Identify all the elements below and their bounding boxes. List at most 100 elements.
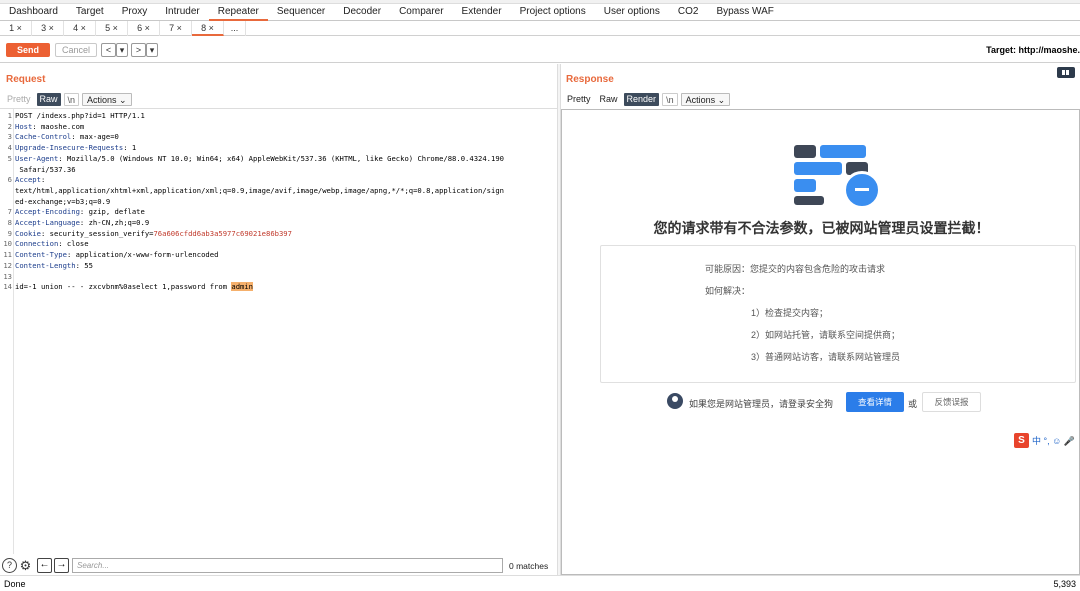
request-line[interactable]: 6 Accept: [0, 175, 557, 186]
request-line[interactable]: 10 Connection: close [0, 239, 557, 250]
repeater-toolbar: Send Cancel < ▾ > ▾ Target: http://maosh… [0, 37, 1080, 63]
admin-avatar-icon [667, 393, 683, 409]
line-text: : [40, 175, 46, 185]
status-text: Done [4, 579, 26, 589]
block-info-box: 可能原因：您提交的内容包含危险的攻击请求 如何解决： 1）检查提交内容； 2）如… [600, 245, 1076, 383]
header-name: Content-Length [15, 260, 76, 270]
main-tab-project-options[interactable]: Project options [511, 4, 595, 21]
main-tab-decoder[interactable]: Decoder [334, 4, 390, 21]
request-line[interactable]: 2 Host: maoshe.com [0, 122, 557, 133]
sogou-ime-icon[interactable]: S [1014, 432, 1029, 448]
cancel-button[interactable]: Cancel [55, 43, 97, 57]
request-pretty-tab[interactable]: Pretty [4, 93, 34, 106]
send-button[interactable]: Send [6, 43, 50, 57]
request-line[interactable]: 5 User-Agent: Mozilla/5.0 (Windows NT 10.… [0, 154, 557, 165]
header-name: Cookie [15, 228, 41, 238]
possible-reason-text: 可能原因：您提交的内容包含危险的攻击请求 [705, 264, 886, 274]
or-text: 或 [908, 399, 918, 409]
search-prev-button[interactable]: ← [37, 558, 52, 573]
main-tab-dashboard[interactable]: Dashboard [0, 4, 67, 21]
request-line[interactable]: 12 Content-Length: 55 [0, 261, 557, 272]
more-tabs-button[interactable]: ... [224, 21, 246, 36]
main-tab-intruder[interactable]: Intruder [156, 4, 208, 21]
line-text: : 55 [75, 260, 93, 270]
response-render-tab[interactable]: Render [623, 92, 660, 106]
highlighted-text: admin [231, 282, 254, 292]
repeater-tab[interactable]: 8 × [192, 21, 224, 36]
target-label[interactable]: Target: http://maoshe. [986, 45, 1080, 55]
search-input[interactable]: Search... [72, 558, 503, 573]
request-line[interactable]: 4 Upgrade-Insecure-Requests: 1 [0, 143, 557, 154]
report-false-positive-button[interactable]: 反馈误报 [922, 392, 981, 412]
request-line[interactable]: ed-exchange;v=b3;q=0.9 [0, 197, 557, 208]
main-tab-repeater[interactable]: Repeater [208, 4, 268, 21]
header-name: Accept [15, 175, 41, 185]
repeater-tab[interactable]: 1 × [0, 21, 32, 36]
request-line[interactable]: Safari/537.36 [0, 165, 557, 176]
main-tab-proxy[interactable]: Proxy [113, 4, 157, 21]
request-line[interactable]: 14 id=-1 union -- - zxcvbnm%0aselect 1,pa… [0, 282, 557, 293]
header-name: Cache-Control [15, 132, 72, 142]
line-text: Safari/537.36 [15, 164, 76, 174]
main-tab-bar: Dashboard Target Proxy Intruder Repeater Sequ… [0, 4, 1080, 21]
request-raw-tab[interactable]: Raw [36, 92, 61, 106]
line-text: : zh-CN,zh;q=0.9 [79, 218, 150, 227]
layout-toggle-icon[interactable] [1057, 67, 1075, 78]
header-name: Host [15, 121, 33, 131]
admin-login-text: 如果您是网站管理员，请登录安全狗 [689, 399, 834, 409]
header-name: User-Agent [15, 153, 59, 163]
forward-dropdown-button[interactable]: ▾ [146, 43, 158, 57]
response-view-modes: Pretty Raw Render \n Actions ⌄ [564, 92, 733, 106]
line-text: : max-age=0 [71, 132, 119, 142]
main-tab-co2[interactable]: CO2 [669, 4, 708, 21]
main-tab-extender[interactable]: Extender [453, 4, 511, 21]
request-line[interactable]: 9 Cookie: security_session_verify=76a606c… [0, 229, 557, 240]
ime-toolbar[interactable]: S 中 °, ☺ 🎤 [1014, 432, 1075, 448]
line-text: POST /indexs.php?id=1 HTTP/1.1 [15, 111, 145, 120]
response-newline-toggle[interactable]: \n [662, 92, 678, 106]
request-newline-toggle[interactable]: \n [63, 92, 80, 106]
ime-mode-icons[interactable]: 中 °, ☺ 🎤 [1032, 434, 1075, 447]
repeater-tab[interactable]: 6 × [128, 21, 160, 36]
request-line[interactable]: 3 Cache-Control: max-age=0 [0, 132, 557, 143]
line-text: : gzip, deflate [79, 207, 145, 217]
view-details-button[interactable]: 查看详情 [846, 392, 904, 412]
back-dropdown-button[interactable]: ▾ [116, 43, 128, 57]
repeater-tab[interactable]: 7 × [160, 21, 192, 36]
request-line[interactable]: text/html,application/xhtml+xml,applicat… [0, 186, 557, 197]
line-number: 7 [7, 207, 12, 217]
help-icon[interactable]: ? [2, 558, 17, 573]
search-next-button[interactable]: → [54, 558, 69, 573]
response-pretty-tab[interactable]: Pretty [564, 93, 594, 106]
solution-step: 2）如网站托管，请联系空间提供商； [751, 330, 901, 340]
repeater-tab[interactable]: 5 × [96, 21, 128, 36]
request-line[interactable]: 8 Accept-Language: zh-CN,zh;q=0.9 [0, 218, 557, 229]
safedog-logo [794, 145, 884, 209]
header-name: Upgrade-Insecure-Requests [15, 143, 124, 153]
admin-row: 如果您是网站管理员，请登录安全狗 查看详情 或 反馈误报 [562, 392, 1079, 414]
main-tab-comparer[interactable]: Comparer [390, 4, 452, 21]
repeater-tab[interactable]: 4 × [64, 21, 96, 36]
gear-icon[interactable]: ⚙ [18, 558, 33, 573]
request-actions-menu[interactable]: Actions ⌄ [82, 92, 132, 106]
line-text: : close [58, 239, 89, 249]
request-line[interactable]: 11 Content-Type: application/x-www-form-u… [0, 250, 557, 261]
main-tab-sequencer[interactable]: Sequencer [268, 4, 334, 21]
solution-step: 3）普通网站访客，请联系网站管理员 [751, 352, 901, 362]
status-bar: Done 5,393 [0, 575, 1080, 591]
request-editor[interactable]: 1 POST /indexs.php?id=1 HTTP/1.1 2 Host: ma… [0, 108, 557, 554]
response-size: 5,393 [1053, 579, 1076, 589]
request-line[interactable]: 7 Accept-Encoding: gzip, deflate [0, 207, 557, 218]
main-tab-user-options[interactable]: User options [595, 4, 669, 21]
main-tab-target[interactable]: Target [67, 4, 113, 21]
back-button[interactable]: < [101, 43, 116, 57]
line-number: 1 [7, 111, 12, 120]
forward-button[interactable]: > [131, 43, 146, 57]
request-line[interactable]: 1 POST /indexs.php?id=1 HTTP/1.1 [0, 111, 557, 122]
repeater-tab[interactable]: 3 × [32, 21, 64, 36]
main-tab-bypass-waf[interactable]: Bypass WAF [707, 4, 782, 21]
request-line[interactable]: 13 [0, 272, 557, 283]
response-raw-tab[interactable]: Raw [597, 93, 621, 106]
response-actions-menu[interactable]: Actions ⌄ [680, 92, 731, 106]
header-name: Content-Type [15, 250, 67, 260]
